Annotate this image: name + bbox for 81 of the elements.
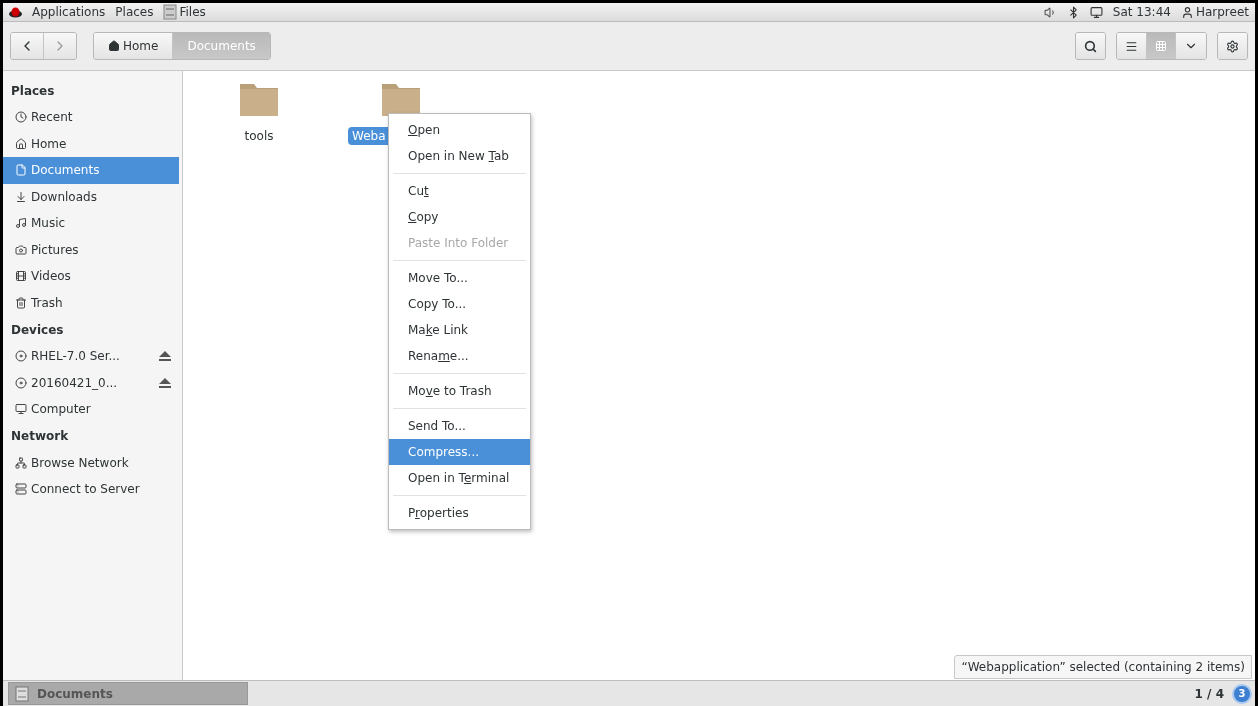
disc-icon [15,350,27,363]
sidebar-item[interactable]: Connect to Server [3,476,179,503]
menu-item[interactable]: Move to Trash [389,378,530,404]
sidebar-label: 20160421_0... [31,375,119,390]
menu-item[interactable]: Cut [389,178,530,204]
list-view-button[interactable] [1117,33,1147,59]
sidebar-label: Connect to Server [31,482,141,497]
home-icon [108,40,120,52]
sidebar-label: Videos [31,269,72,284]
sidebar-label: Music [31,216,67,231]
sidebar-item[interactable]: Recent [3,104,179,131]
hat-logo-icon [9,6,22,18]
sidebar-label: Documents [31,163,101,178]
film-icon [15,270,27,283]
download-icon [15,190,27,203]
app-name[interactable]: Files [179,5,206,19]
settings-icon [1226,39,1239,53]
disc-icon [15,376,27,389]
breadcrumb-button[interactable]: Home [94,33,174,59]
sidebar-label: Computer [31,402,92,417]
sidebar-item[interactable]: Pictures [3,236,179,263]
settings-button[interactable] [1218,33,1247,59]
sidebar-label: Home [31,136,68,151]
sidebar-label: Browse Network [31,455,130,470]
menu-item[interactable]: Open in Terminal [389,465,530,491]
sidebar-item[interactable]: RHEL-7.0 Ser... [3,343,179,370]
workspace-indicator[interactable]: 1 / 4 [1194,686,1224,701]
eject-icon[interactable] [159,377,171,388]
clock-icon [15,111,27,124]
file-cabinet-icon [15,685,29,702]
sidebar-heading: Places [10,82,56,100]
sidebar-item[interactable]: Music [3,210,179,237]
menu-item[interactable]: Properties [389,500,530,526]
search-button[interactable] [1076,33,1105,59]
sidebar-heading: Devices [10,321,65,339]
sidebar-item[interactable]: Computer [3,396,179,423]
user-name[interactable]: Harpreet [1195,5,1249,19]
trash-icon [15,296,27,309]
sidebar-item[interactable]: Trash [3,289,179,316]
file-cabinet-icon [163,4,178,20]
status-text: “Webapplication” selected (containing 2 items) [954,655,1252,679]
network-icon [15,456,27,469]
menu-item[interactable]: Copy To... [389,291,530,317]
sidebar-item[interactable]: Videos [3,263,179,290]
camera-icon [15,243,27,256]
menu-item[interactable]: Send To... [389,413,530,439]
top-menu[interactable]: Applications [32,5,106,19]
sidebar-heading: Network [10,428,70,445]
volume-icon[interactable] [1043,5,1057,19]
notification-badge[interactable]: 3 [1232,683,1252,704]
search-icon [1084,39,1097,53]
menu-item[interactable]: Make Link [389,317,530,343]
clock-text[interactable]: Sat 13:44 [1112,5,1171,19]
user-icon[interactable] [1180,5,1194,19]
sidebar-item[interactable]: Downloads [3,183,179,210]
sidebar-label: Pictures [31,242,80,257]
sidebar-item[interactable]: Home [3,130,179,157]
grid-icon [1155,40,1167,52]
network-icon[interactable] [1089,5,1103,19]
window-title: Documents [37,686,113,701]
menu-item[interactable]: Open in New Tab [389,143,530,169]
music-icon [15,217,27,230]
list-icon [1125,39,1138,53]
back-button[interactable] [11,33,44,59]
menu-item[interactable]: Rename... [389,343,530,369]
sidebar-item[interactable]: 20160421_0... [3,369,179,396]
document-icon [15,164,27,177]
sidebar-label: Downloads [31,189,98,204]
eject-icon[interactable] [159,351,171,362]
sidebar-label: Trash [31,295,64,310]
sidebar-label: RHEL-7.0 Ser... [31,349,121,364]
home-icon [15,137,27,150]
sidebar-label: Recent [31,110,74,125]
menu-item[interactable]: Copy [389,204,530,230]
computer-icon [15,403,27,416]
file-name[interactable]: tools [240,127,278,145]
top-menu[interactable]: Places [115,5,154,19]
sidebar-item[interactable]: Browse Network [3,449,179,476]
server-icon [15,483,27,496]
menu-item[interactable]: Move To... [389,265,530,291]
menu-item[interactable]: Open [389,117,530,143]
